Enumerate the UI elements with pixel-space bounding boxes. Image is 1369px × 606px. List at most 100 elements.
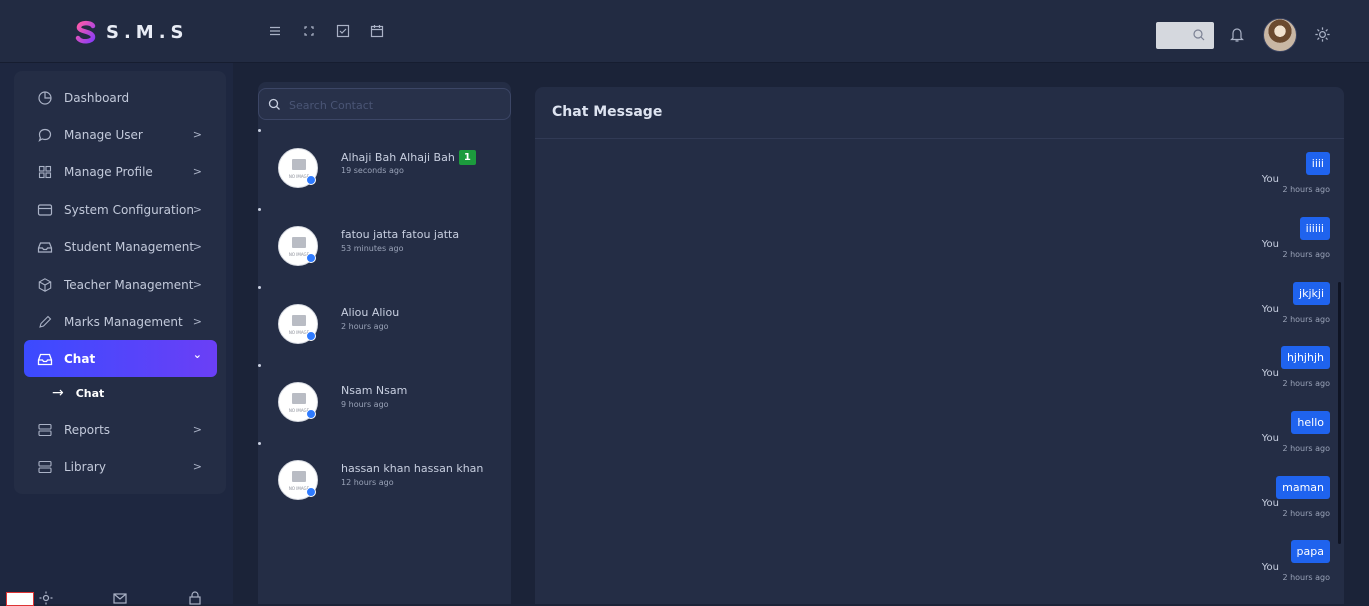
online-status-dot xyxy=(306,331,316,341)
message-bubble[interactable]: hjhjhjh xyxy=(1280,346,1330,369)
message-sender: You xyxy=(1261,239,1279,250)
contact-time: 12 hours ago xyxy=(341,478,394,487)
sidebar-item-label: Marks Management xyxy=(64,314,183,329)
top-search-box[interactable] xyxy=(1156,22,1214,49)
sidebar-item-label: System Configuration xyxy=(64,202,194,217)
message-bubble[interactable]: jkjkji xyxy=(1293,282,1330,305)
contact-avatar: NO IMAGE xyxy=(278,460,318,500)
message-bubble[interactable]: hello xyxy=(1291,411,1330,434)
contact-time: 2 hours ago xyxy=(341,322,389,331)
chevron-right-icon: > xyxy=(192,240,202,253)
card-icon xyxy=(37,203,53,216)
image-placeholder-icon xyxy=(292,393,306,404)
inbox-icon xyxy=(37,353,53,365)
message-time: 2 hours ago xyxy=(1282,315,1330,324)
contact-list-panel: NO IMAGE Alhaji Bah Alhaji Bah1 19 secon… xyxy=(258,82,511,604)
chat-header: Chat Message xyxy=(535,87,1344,139)
sidebar-subitem-chat[interactable]: → Chat xyxy=(52,385,104,401)
chat-panel: Chat Message iiii You 2 hours ago iiiiii… xyxy=(535,87,1344,604)
sidebar-item-marks-management[interactable]: Marks Management > xyxy=(24,303,217,340)
sidebar-item-manage-user[interactable]: Manage User > xyxy=(24,116,217,153)
search-icon xyxy=(1193,29,1205,41)
contact-time: 19 seconds ago xyxy=(341,166,404,175)
message-sender: You xyxy=(1261,174,1279,185)
image-placeholder-icon xyxy=(292,159,306,170)
message-sender: You xyxy=(1261,498,1279,509)
tray-icon xyxy=(37,241,53,253)
online-status-dot xyxy=(306,409,316,419)
separator-dot xyxy=(258,442,261,445)
chat-bubble-icon xyxy=(38,128,52,142)
sidebar-item-dashboard[interactable]: Dashboard xyxy=(24,79,217,116)
fullscreen-icon xyxy=(304,26,314,36)
message-time: 2 hours ago xyxy=(1282,250,1330,259)
chat-message: hjhjhjh You 2 hours ago xyxy=(1190,346,1330,396)
image-placeholder-icon xyxy=(292,237,306,248)
tasks-button[interactable] xyxy=(334,22,352,40)
chevron-right-icon: > xyxy=(192,460,202,473)
sidebar-item-library[interactable]: Library > xyxy=(24,448,217,485)
message-time: 2 hours ago xyxy=(1282,509,1330,518)
message-sender: You xyxy=(1261,368,1279,379)
online-status-dot xyxy=(306,487,316,497)
server-icon xyxy=(38,460,52,473)
app-logo[interactable]: S.M.S xyxy=(74,20,189,44)
message-time: 2 hours ago xyxy=(1282,379,1330,388)
image-placeholder-icon xyxy=(292,315,306,326)
sidebar-footer xyxy=(0,584,233,605)
separator-dot xyxy=(258,129,261,132)
chevron-right-icon: > xyxy=(192,423,202,436)
top-navbar: S.M.S xyxy=(0,0,1369,63)
sidebar-item-system-configuration[interactable]: System Configuration > xyxy=(24,191,217,228)
message-bubble[interactable]: papa xyxy=(1290,540,1330,563)
contact-name: hassan khan hassan khan xyxy=(341,462,484,475)
contact-time: 9 hours ago xyxy=(341,400,389,409)
contact-search-box xyxy=(258,88,511,120)
user-avatar[interactable] xyxy=(1263,18,1297,52)
contact-name: fatou jatta fatou jatta xyxy=(341,228,460,241)
contact-item[interactable]: NO IMAGE Alhaji Bah Alhaji Bah 1 19 secon… xyxy=(278,146,503,190)
chevron-down-icon: ⌄ xyxy=(192,348,202,361)
sidebar: Dashboard Manage User > Manage Profile >… xyxy=(14,71,226,494)
sidebar-item-label: Dashboard xyxy=(64,90,130,105)
sidebar-item-label: Teacher Management xyxy=(64,277,194,292)
online-status-dot xyxy=(306,175,316,185)
sidebar-item-teacher-management[interactable]: Teacher Management > xyxy=(24,266,217,303)
sidebar-item-label: Manage Profile xyxy=(64,164,153,179)
message-bubble[interactable]: iiii xyxy=(1305,152,1330,175)
message-time: 2 hours ago xyxy=(1282,185,1330,194)
menu-toggle-button[interactable] xyxy=(266,22,284,40)
sidebar-item-label: Student Management xyxy=(64,239,195,254)
task-check-icon xyxy=(336,24,350,38)
contact-name: Alhaji Bah Alhaji Bah 1 xyxy=(341,150,476,165)
gear-icon[interactable] xyxy=(1313,25,1332,44)
contact-item[interactable]: NO IMAGE hassan khan hassan khan 12 hour… xyxy=(278,458,503,502)
chat-message: maman You 2 hours ago xyxy=(1190,476,1330,526)
bell-icon[interactable] xyxy=(1228,25,1246,43)
calendar-button[interactable] xyxy=(368,22,386,40)
sidebar-item-label: Reports xyxy=(64,422,111,437)
contact-item[interactable]: NO IMAGE Nsam Nsam 9 hours ago xyxy=(278,380,503,424)
contact-search-input[interactable] xyxy=(287,95,501,115)
pen-icon xyxy=(39,315,52,328)
online-status-dot xyxy=(306,253,316,263)
server-icon xyxy=(38,423,52,436)
contact-item[interactable]: NO IMAGE Aliou Aliou 2 hours ago xyxy=(278,302,503,346)
chevron-right-icon: > xyxy=(192,278,202,291)
fullscreen-button[interactable] xyxy=(300,22,318,40)
menu-icon xyxy=(270,26,280,36)
pie-chart-icon xyxy=(38,90,52,105)
sidebar-item-manage-profile[interactable]: Manage Profile > xyxy=(24,153,217,190)
message-time: 2 hours ago xyxy=(1282,573,1330,582)
sidebar-item-chat[interactable]: Chat ⌄ xyxy=(24,340,217,377)
contact-avatar: NO IMAGE xyxy=(278,226,318,266)
separator-dot xyxy=(258,286,261,289)
message-bubble[interactable]: maman xyxy=(1276,476,1330,499)
sidebar-item-student-management[interactable]: Student Management > xyxy=(24,228,217,265)
message-bubble[interactable]: iiiiii xyxy=(1299,217,1330,240)
chat-scrollbar[interactable] xyxy=(1338,282,1341,544)
contact-item[interactable]: NO IMAGE fatou jatta fatou jatta 53 minu… xyxy=(278,224,503,268)
contact-name: Nsam Nsam xyxy=(341,384,408,397)
sidebar-item-reports[interactable]: Reports > xyxy=(24,411,217,448)
chevron-right-icon: > xyxy=(192,128,202,141)
